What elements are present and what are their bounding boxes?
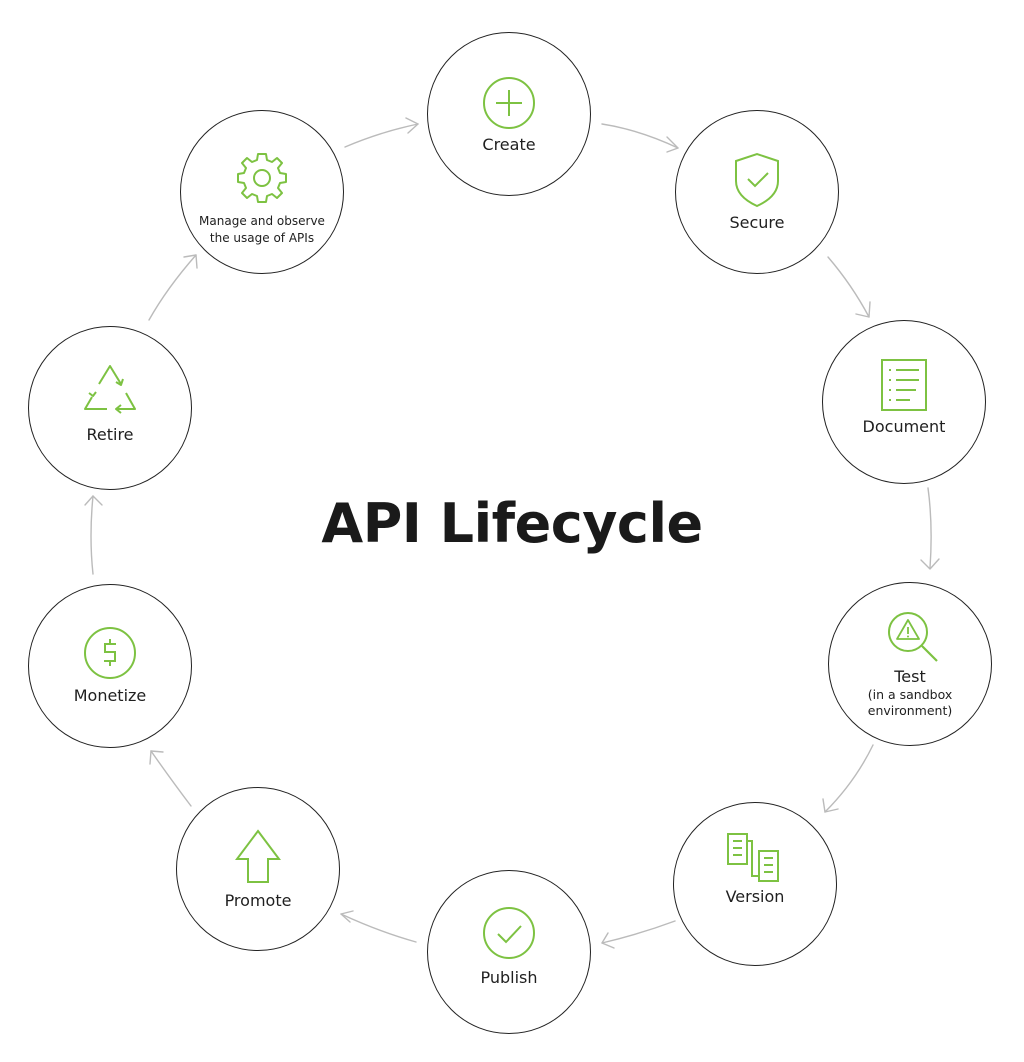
node-monetize: Monetize	[28, 584, 192, 748]
arrow-retire-to-manage	[148, 254, 198, 321]
node-label: the usage of APIs	[209, 231, 315, 245]
shield-check-icon	[735, 152, 779, 208]
node-manage: Manage and observe the usage of APIs	[180, 110, 344, 274]
plus-circle-icon	[483, 77, 535, 129]
node-label: Document	[862, 417, 946, 436]
node-publish: Publish	[427, 870, 591, 1034]
node-label: Monetize	[73, 686, 147, 705]
diagram-title: API Lifecycle	[321, 492, 703, 555]
arrow-promote-to-monetize	[149, 750, 192, 807]
arrow-up-icon	[235, 829, 281, 883]
node-create: Create	[427, 32, 591, 196]
node-label: Retire	[86, 425, 134, 444]
arrow-create-to-secure	[601, 123, 679, 153]
dollar-circle-icon	[84, 627, 136, 679]
magnifier-warning-icon	[888, 612, 938, 662]
node-sublabel: (in a sandbox	[867, 687, 953, 702]
check-circle-icon	[483, 907, 535, 959]
node-label: Manage and observe	[199, 214, 325, 228]
node-label: Secure	[729, 213, 785, 232]
arrow-test-to-version	[822, 744, 874, 813]
node-label: Test	[894, 667, 926, 686]
node-sublabel: environment)	[867, 703, 953, 718]
versions-documents-icon	[727, 833, 779, 882]
node-label: Create	[482, 135, 536, 154]
node-version: Version	[673, 802, 837, 966]
document-list-icon	[881, 359, 927, 411]
arrow-manage-to-create	[344, 117, 419, 148]
node-secure: Secure	[675, 110, 839, 274]
node-retire: Retire	[28, 326, 192, 490]
gear-icon	[237, 153, 287, 203]
recycle-icon	[84, 365, 136, 414]
node-document: Document	[822, 320, 986, 484]
node-label: Version	[725, 887, 785, 906]
arrow-version-to-publish	[601, 920, 676, 949]
node-label: Promote	[224, 891, 292, 910]
node-promote: Promote	[176, 787, 340, 951]
node-label: Publish	[480, 968, 538, 987]
node-test: Test (in a sandbox environment)	[828, 582, 992, 746]
arrow-publish-to-promote	[340, 910, 417, 943]
arrow-secure-to-document	[827, 256, 871, 318]
